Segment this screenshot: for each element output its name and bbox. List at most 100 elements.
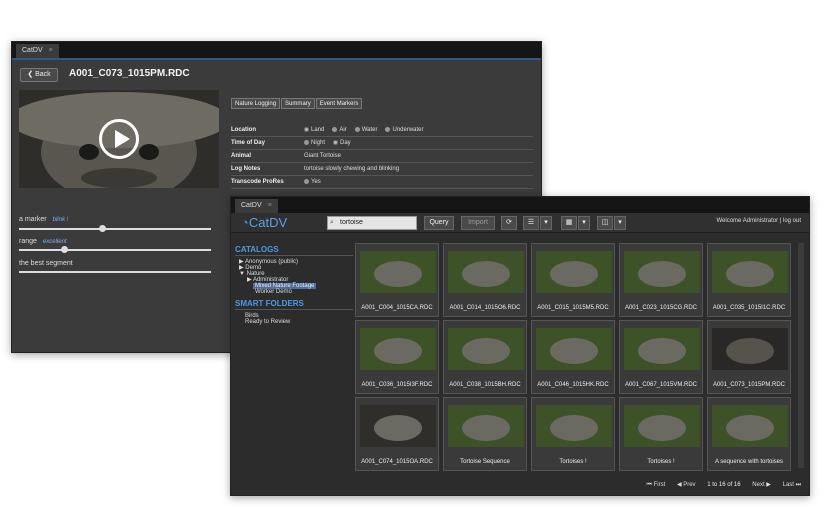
clip-name: Tortoises !: [647, 459, 675, 465]
last-label: Last: [782, 482, 794, 488]
next-page-button[interactable]: Next ▶: [752, 482, 771, 488]
field-animal: Animal Giant Tortoise: [231, 150, 533, 163]
clip-name: A001_C035_1015I1C.RDC: [712, 305, 786, 311]
back-button[interactable]: ❮ Back: [20, 68, 58, 82]
marker-range[interactable]: range excellent: [19, 238, 67, 245]
first-label: First: [653, 482, 666, 488]
clip-name: Tortoises !: [559, 459, 587, 465]
field-label: Log Notes: [231, 166, 261, 172]
log-notes-value[interactable]: tortoise slowly chewing and blinking: [304, 163, 399, 176]
prev-page-button[interactable]: ◀ Prev: [677, 482, 696, 488]
first-page-button[interactable]: ⏮ First: [647, 482, 666, 488]
logout-link[interactable]: log out: [783, 218, 801, 224]
catdv-logo: ◔CatDV: [241, 215, 287, 230]
tab-event-markers[interactable]: Event Markers: [315, 98, 363, 109]
clip-thumbnail: [360, 405, 436, 447]
collapse-icon[interactable]: ▼: [239, 271, 245, 277]
radio-icon[interactable]: [304, 178, 309, 184]
marker-best-segment[interactable]: the best segment: [19, 260, 73, 267]
panel-view-icon[interactable]: ◫: [597, 216, 613, 230]
option-yes[interactable]: Yes: [311, 179, 321, 185]
clip-tile[interactable]: A001_C074_1015OA.RDC: [355, 397, 439, 471]
clip-tile[interactable]: Tortoise Sequence: [443, 397, 527, 471]
last-page-button[interactable]: Last ⏭: [783, 482, 801, 488]
query-button[interactable]: Query: [424, 216, 454, 230]
clip-tile[interactable]: A001_C046_1015HK.RDC: [531, 320, 615, 394]
marker-track[interactable]: [19, 225, 211, 232]
radio-icon[interactable]: [354, 126, 360, 132]
menu-icon[interactable]: ≡: [49, 47, 53, 54]
user-info: Welcome Administrator | log out: [716, 218, 802, 224]
clip-thumbnail: [448, 405, 524, 447]
tab-catdv-browser[interactable]: CatDV ≡: [235, 199, 278, 213]
radio-icon[interactable]: [332, 126, 338, 132]
clip-name: A001_C038_1015BH.RDC: [449, 382, 521, 388]
clip-tile[interactable]: A sequence with tortoises: [707, 397, 791, 471]
field-log-notes: Log Notes tortoise slowly chewing and bl…: [231, 163, 533, 176]
field-label: Time of Day: [231, 140, 265, 146]
radio-icon[interactable]: [333, 139, 339, 145]
marker-track[interactable]: [19, 271, 211, 273]
option-water[interactable]: Water: [362, 127, 378, 133]
video-player[interactable]: [19, 90, 219, 188]
clip-tile[interactable]: A001_C073_1015PM.RDC: [707, 320, 791, 394]
clip-tile[interactable]: Tortoises !: [619, 397, 703, 471]
radio-icon[interactable]: [304, 139, 309, 145]
marker-label: range: [19, 238, 37, 245]
clip-tile[interactable]: A001_C036_1015I3F.RDC: [355, 320, 439, 394]
radio-icon[interactable]: [304, 126, 309, 132]
vertical-scrollbar[interactable]: [798, 243, 804, 468]
clip-tile[interactable]: A001_C038_1015BH.RDC: [443, 320, 527, 394]
marker-label: the best segment: [19, 260, 73, 267]
tab-bar: CatDV ≡: [12, 42, 541, 58]
refresh-icon[interactable]: ⟳: [501, 216, 517, 230]
radio-icon[interactable]: [385, 126, 391, 132]
animal-value[interactable]: Giant Tortoise: [304, 150, 341, 163]
option-air[interactable]: Air: [339, 127, 346, 133]
option-underwater[interactable]: Underwater: [392, 127, 423, 133]
search-input[interactable]: ⌕ tortoise: [327, 216, 417, 230]
chevron-down-icon[interactable]: ▾: [540, 216, 552, 230]
clip-thumbnail: [536, 251, 612, 293]
smart-folder-ready-to-review[interactable]: Ready to Review: [235, 319, 353, 325]
option-night[interactable]: Night: [311, 140, 325, 146]
clip-tile[interactable]: A001_C035_1015I1C.RDC: [707, 243, 791, 317]
clip-thumbnail: [712, 405, 788, 447]
marker-tag: blink !: [52, 217, 69, 223]
range-handle[interactable]: [61, 246, 68, 253]
option-land[interactable]: Land: [311, 127, 324, 133]
sidebar: CATALOGS ▶ Anonymous (public) ▶ Demo ▼ N…: [235, 245, 353, 325]
clip-name: A001_C046_1015HK.RDC: [537, 382, 609, 388]
play-icon[interactable]: [99, 119, 139, 159]
clip-tile[interactable]: Tortoises !: [531, 397, 615, 471]
expand-icon[interactable]: ▶: [247, 277, 252, 283]
marker-a-marker[interactable]: a marker blink !: [19, 216, 68, 223]
tab-summary[interactable]: Summary: [281, 98, 315, 109]
tab-catdv-detail[interactable]: CatDV ≡: [16, 44, 59, 58]
clip-tile[interactable]: A001_C015_1015M5.RDC: [531, 243, 615, 317]
clip-tile[interactable]: A001_C014_1015O6.RDC: [443, 243, 527, 317]
clip-tile[interactable]: A001_C067_1015VM.RDC: [619, 320, 703, 394]
option-day[interactable]: Day: [340, 140, 351, 146]
field-label: Location: [231, 127, 256, 133]
marker-handle[interactable]: [99, 225, 106, 232]
clip-tile[interactable]: A001_C004_1015CA.RDC: [355, 243, 439, 317]
list-view-icon[interactable]: ☰: [523, 216, 539, 230]
catalog-worker-demo[interactable]: Worker Demo: [235, 289, 353, 295]
tab-nature-logging[interactable]: Nature Logging: [231, 98, 281, 109]
clip-name: A001_C023_1015CG.RDC: [624, 305, 698, 311]
grid-view-icon[interactable]: ▦: [561, 216, 577, 230]
chevron-down-icon[interactable]: ▾: [578, 216, 590, 230]
marker-track[interactable]: [19, 246, 211, 253]
menu-icon[interactable]: ≡: [268, 202, 272, 209]
clip-tile[interactable]: A001_C023_1015CG.RDC: [619, 243, 703, 317]
location-options: Land Air Water Underwater: [304, 124, 424, 137]
detail-tabs: Nature Logging Summary Event Markers: [231, 92, 363, 110]
import-button[interactable]: Import: [461, 216, 495, 230]
chevron-down-icon[interactable]: ▾: [614, 216, 626, 230]
field-label: Transcode ProRes: [231, 179, 284, 185]
clip-title: A001_C073_1015PM.RDC: [69, 68, 190, 79]
clip-thumbnail: [624, 328, 700, 370]
smart-folders-heading: SMART FOLDERS: [235, 299, 353, 310]
time-options: Night Day: [304, 137, 351, 150]
